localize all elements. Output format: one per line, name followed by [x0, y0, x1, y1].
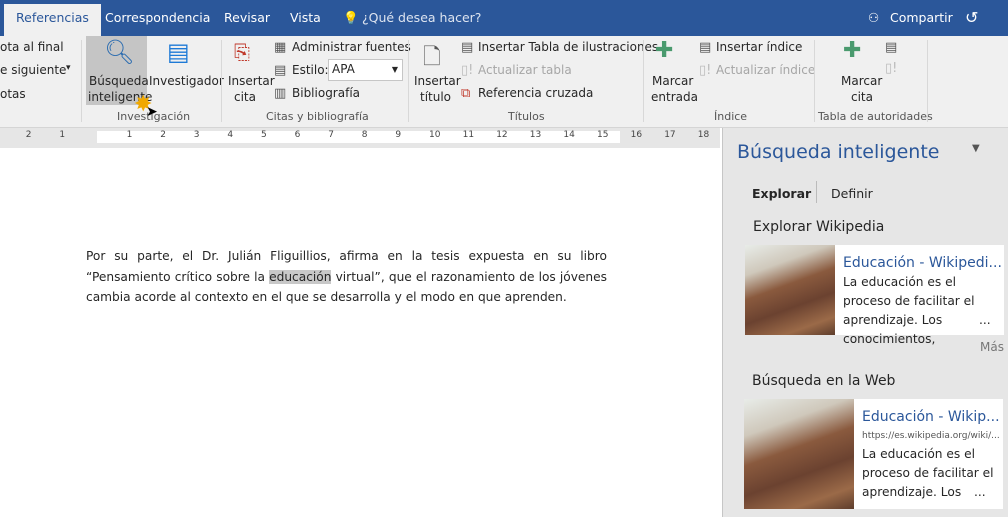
mark-citation-button[interactable]: Marcar: [841, 74, 882, 88]
mark-citation-label-2: cita: [851, 90, 873, 104]
ruler-tick-label: 3: [193, 130, 200, 140]
style-icon: ▤: [274, 63, 287, 78]
ruler-tick-label: 1: [59, 130, 66, 140]
ruler-tick-label: 16: [630, 130, 643, 140]
more-link[interactable]: Más: [980, 340, 1004, 354]
insert-citation-icon: ⎘: [234, 40, 250, 64]
wiki-heading: Explorar Wikipedia: [753, 219, 885, 235]
update-table-button[interactable]: Actualizar tabla: [478, 63, 572, 77]
ruler-tick-label: 12: [496, 130, 508, 140]
result-title[interactable]: Educación - Wikipedi...: [843, 255, 1002, 271]
manage-sources-icon: ▦: [274, 40, 287, 55]
insert-authorities-icon[interactable]: ▤: [885, 40, 897, 55]
update-authorities-icon[interactable]: ▯!: [885, 61, 897, 76]
update-index-icon: ▯!: [699, 63, 712, 78]
result-thumbnail: [744, 399, 854, 509]
style-dropdown[interactable]: APA ▼: [328, 59, 403, 81]
tab-referencias[interactable]: Referencias: [4, 4, 101, 36]
result-thumbnail: [745, 245, 835, 335]
insert-endnote-button[interactable]: ota al final: [0, 40, 64, 54]
mark-entry-label-2: entrada: [651, 90, 698, 104]
mark-entry-button[interactable]: Marcar: [652, 74, 693, 88]
selected-word[interactable]: educación: [269, 269, 332, 284]
show-notes-button[interactable]: otas: [0, 87, 26, 101]
web-heading: Búsqueda en la Web: [752, 373, 896, 389]
history-icon[interactable]: ↺: [965, 0, 978, 36]
researcher-button[interactable]: Investigador: [149, 74, 224, 88]
tab-revisar[interactable]: Revisar: [224, 0, 270, 36]
insert-caption-label-2: título: [420, 90, 452, 104]
insert-citation-button[interactable]: Insertar: [228, 74, 275, 88]
result-title[interactable]: Educación - Wikip...: [862, 409, 1000, 425]
table-figures-icon: ▤: [461, 40, 474, 55]
insert-citation-label-2: cita: [234, 90, 256, 104]
result-more[interactable]: ...: [974, 483, 986, 502]
bibliography-button[interactable]: Bibliografía: [292, 86, 360, 100]
ruler-tick-label: 1: [126, 130, 133, 140]
result-snippet: La educación es el proceso de facilitar …: [843, 275, 975, 346]
tab-correspondencia[interactable]: Correspondencia: [105, 0, 210, 36]
chevron-down-icon[interactable]: ▾: [66, 63, 71, 73]
tab-vista[interactable]: Vista: [290, 0, 321, 36]
group-label-index: Índice: [714, 110, 748, 123]
ruler-tick-label: 5: [261, 130, 267, 140]
ruler-tick-label: 7: [328, 130, 334, 140]
bibliography-icon: ▥: [274, 86, 287, 101]
title-bar: Referencias Correspondencia Revisar Vist…: [0, 0, 1008, 36]
tab-explorar[interactable]: Explorar: [752, 186, 811, 201]
ruler-tick-label: 15: [597, 130, 609, 140]
mouse-cursor-icon: ➤: [146, 104, 158, 120]
next-note-button[interactable]: e siguiente: [0, 63, 66, 77]
mark-citation-icon: ✚: [843, 38, 862, 63]
pane-options-chevron-icon[interactable]: ▼: [972, 143, 980, 154]
document-page[interactable]: [0, 148, 720, 517]
manage-sources-button[interactable]: Administrar fuentes: [292, 40, 411, 54]
pane-title: Búsqueda inteligente: [737, 141, 940, 163]
magnifier-info-icon: 🔍︎: [104, 38, 135, 66]
ruler-tick-label: 4: [227, 130, 234, 140]
ruler-tick-label: 17: [664, 130, 676, 140]
ruler-tick-label: 2: [25, 130, 32, 140]
smart-lookup-label: Búsqueda: [89, 74, 149, 88]
wiki-result-card[interactable]: Educación - Wikipedi... La educación es …: [745, 245, 1004, 346]
ruler-tick-label: 9: [395, 130, 402, 140]
person-add-icon: ⚇: [868, 10, 880, 25]
ruler-tick-label: 8: [361, 130, 368, 140]
group-label-authorities: Tabla de autoridades: [818, 110, 933, 123]
update-table-icon: ▯!: [461, 63, 474, 78]
insert-caption-icon: 🗋: [423, 45, 441, 70]
lightbulb-icon: 💡: [343, 10, 359, 25]
ruler-tick-label: 6: [294, 130, 301, 140]
chevron-down-icon: ▼: [391, 65, 398, 74]
ruler-tick-label: 18: [697, 130, 710, 140]
style-value: APA: [332, 62, 355, 76]
share-button[interactable]: Compartir: [890, 0, 953, 36]
update-index-button[interactable]: Actualizar índice: [716, 63, 815, 77]
insert-index-button[interactable]: Insertar índice: [716, 40, 802, 54]
result-url[interactable]: https://es.wikipedia.org/wiki/...: [862, 431, 1000, 441]
mark-entry-icon: ✚: [655, 38, 674, 63]
group-label-citations: Citas y bibliografía: [266, 110, 369, 123]
cross-reference-button[interactable]: Referencia cruzada: [478, 86, 593, 100]
group-label-captions: Títulos: [508, 110, 545, 123]
tell-me-input[interactable]: ¿Qué desea hacer?: [362, 0, 481, 36]
style-label: Estilo:: [292, 63, 329, 77]
tab-definir[interactable]: Definir: [831, 186, 873, 201]
ruler-tick-label: 14: [563, 130, 575, 140]
researcher-icon: ▤: [167, 38, 190, 66]
result-more[interactable]: ...: [979, 311, 991, 330]
ruler-tick-label: 13: [529, 130, 542, 140]
cross-reference-icon: ⧉: [461, 86, 471, 101]
ruler-tick-label: 10: [429, 130, 441, 140]
insert-index-icon: ▤: [699, 40, 712, 55]
ruler-tick-label: 11: [462, 130, 475, 140]
document-paragraph[interactable]: Por su parte, el Dr. Julián Fliguillios,…: [86, 246, 607, 308]
ruler-tick-label: 2: [160, 130, 166, 140]
insert-caption-button[interactable]: Insertar: [414, 74, 461, 88]
web-result-card[interactable]: Educación - Wikip... https://es.wikipedi…: [744, 399, 1003, 509]
insert-table-figures-button[interactable]: Insertar Tabla de ilustraciones: [478, 40, 658, 54]
